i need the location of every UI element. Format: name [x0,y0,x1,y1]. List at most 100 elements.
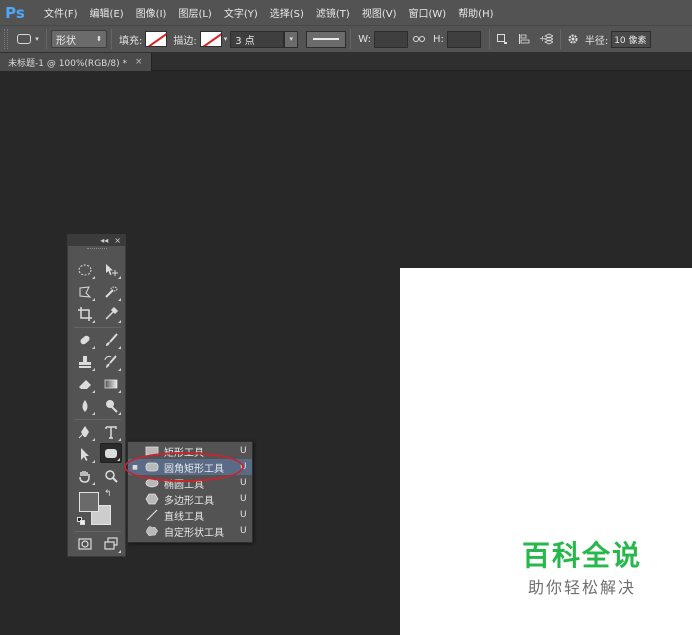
type-icon[interactable] [100,422,122,442]
shape-tools-flyout: 矩形工具 U ■ 圆角矩形工具 U 椭圆工具 U 多边形工具 U 直线工具 U … [127,441,253,543]
menu-image[interactable]: 图像(I) [130,5,173,20]
flyout-item-label: 自定形状工具 [164,527,224,539]
lasso-icon[interactable] [74,282,96,302]
menu-view[interactable]: 视图(V) [356,5,403,20]
flyout-item-rectangle[interactable]: 矩形工具 U [128,443,252,459]
watermark: 百科全说 助你轻松解决 [512,540,652,604]
fill-label: 填充: [119,35,143,47]
quick-mask-icon[interactable] [74,534,96,554]
stroke-line-icon [313,38,340,40]
flyout-item-ellipse[interactable]: 椭圆工具 U [128,475,252,491]
blur-icon[interactable] [74,396,96,416]
width-label: W: [358,33,371,45]
flyout-item-shortcut: U [240,462,247,472]
width-field[interactable] [373,30,408,48]
options-bar: ▾ 形状 ⬍ 填充: 描边: ▾ 3 点 ▾ W: H: + 半径: 10 像素 [0,25,692,52]
menu-edit[interactable]: 编辑(E) [84,5,130,20]
flyout-item-shortcut: U [240,446,247,456]
toolbox-panel: ◂◂ × ↰ [67,234,126,557]
stroke-label: 描边: [173,35,197,47]
toolbox-grip[interactable] [68,246,125,252]
line-icon [144,508,160,522]
close-icon[interactable]: × [114,236,121,245]
radius-label: 半径: [584,35,609,47]
menu-filter[interactable]: 滤镜(T) [310,5,356,20]
menu-layer[interactable]: 图层(L) [172,5,217,20]
marquee-icon[interactable] [74,260,96,280]
radius-field[interactable]: 10 像素 [611,30,652,48]
path-operations-icon[interactable] [494,31,510,47]
updown-icon: ⬍ [96,35,102,43]
custom-shape-icon [144,524,160,538]
height-field[interactable] [446,30,481,48]
chevron-down-icon: ▾ [223,35,228,43]
menu-help[interactable]: 帮助(H) [452,5,499,20]
dodge-icon[interactable] [100,396,122,416]
chevron-down-icon: ▾ [35,35,39,43]
menu-select[interactable]: 选择(S) [264,5,310,20]
flyout-item-custom-shape[interactable]: 自定形状工具 U [128,523,252,539]
fill-swatch[interactable] [145,31,168,47]
flyout-item-polygon[interactable]: 多边形工具 U [128,491,252,507]
menu-window[interactable]: 窗口(W) [402,5,452,20]
flyout-item-label: 直线工具 [164,511,204,523]
flyout-item-label: 圆角矩形工具 [164,463,224,475]
tool-mode-value: 形状 [56,35,76,47]
collapse-icon[interactable]: ◂◂ [100,236,108,245]
stroke-width-field[interactable]: 3 点 [230,30,285,48]
document-tab-bar: 未标题-1 @ 100%(RGB/8) * × [0,52,692,71]
flyout-item-rounded-rectangle[interactable]: ■ 圆角矩形工具 U [128,459,252,475]
gear-icon[interactable] [565,31,581,47]
menu-bar: Ps 文件(F) 编辑(E) 图像(I) 图层(L) 文字(Y) 选择(S) 滤… [0,0,692,25]
menu-type[interactable]: 文字(Y) [218,5,264,20]
close-icon[interactable]: × [135,57,143,67]
zoom-icon[interactable] [100,466,122,486]
document-tab[interactable]: 未标题-1 @ 100%(RGB/8) * × [0,53,152,71]
flyout-item-shortcut: U [240,510,247,520]
history-brush-icon[interactable] [100,352,122,372]
path-selection-icon[interactable] [74,444,96,464]
eraser-icon[interactable] [74,374,96,394]
clone-stamp-icon[interactable] [74,352,96,372]
brush-icon[interactable] [100,330,122,350]
screen-mode-icon[interactable] [100,534,122,554]
selected-bullet-icon: ■ [132,463,138,471]
rounded-rectangle-icon[interactable] [100,443,122,463]
stroke-swatch[interactable] [199,31,222,47]
spot-healing-icon[interactable] [74,330,96,350]
flyout-item-label: 多边形工具 [164,495,214,507]
pen-icon[interactable] [74,422,96,442]
crop-icon[interactable] [74,304,96,324]
path-alignment-icon[interactable] [516,31,532,47]
flyout-item-label: 椭圆工具 [164,479,204,491]
menu-items: 文件(F) 编辑(E) 图像(I) 图层(L) 文字(Y) 选择(S) 滤镜(T… [38,5,500,20]
path-arrangement-icon[interactable]: + [538,31,554,47]
flyout-item-shortcut: U [240,494,247,504]
flyout-item-shortcut: U [240,478,247,488]
hand-icon[interactable] [74,466,96,486]
watermark-title: 百科全说 [521,539,642,572]
gradient-icon[interactable] [100,374,122,394]
rounded-rectangle-icon [144,460,160,474]
document-tab-title: 未标题-1 @ 100%(RGB/8) * [8,58,127,69]
watermark-subtitle: 助你轻松解决 [527,578,636,597]
stroke-type-select[interactable] [306,30,347,48]
stroke-width-dropdown[interactable]: ▾ [284,30,299,48]
toolbox-header: ◂◂ × [68,235,125,246]
ellipse-icon [144,476,160,490]
quick-selection-icon[interactable] [100,282,122,302]
default-colors-icon[interactable] [77,517,85,525]
flyout-item-line[interactable]: 直线工具 U [128,507,252,523]
swap-colors-icon[interactable]: ↰ [104,489,112,499]
link-icon[interactable] [411,31,427,47]
foreground-color-swatch[interactable] [79,492,99,512]
height-label: H: [432,33,444,45]
tool-mode-select[interactable]: 形状 ⬍ [51,30,107,48]
move-icon[interactable] [100,260,122,280]
rectangle-icon [144,444,160,458]
options-bar-grip[interactable] [4,29,8,49]
eyedropper-icon[interactable] [100,304,122,324]
rounded-rectangle-icon [17,34,32,44]
tool-preset-picker[interactable]: ▾ [14,29,42,49]
menu-file[interactable]: 文件(F) [38,5,84,20]
